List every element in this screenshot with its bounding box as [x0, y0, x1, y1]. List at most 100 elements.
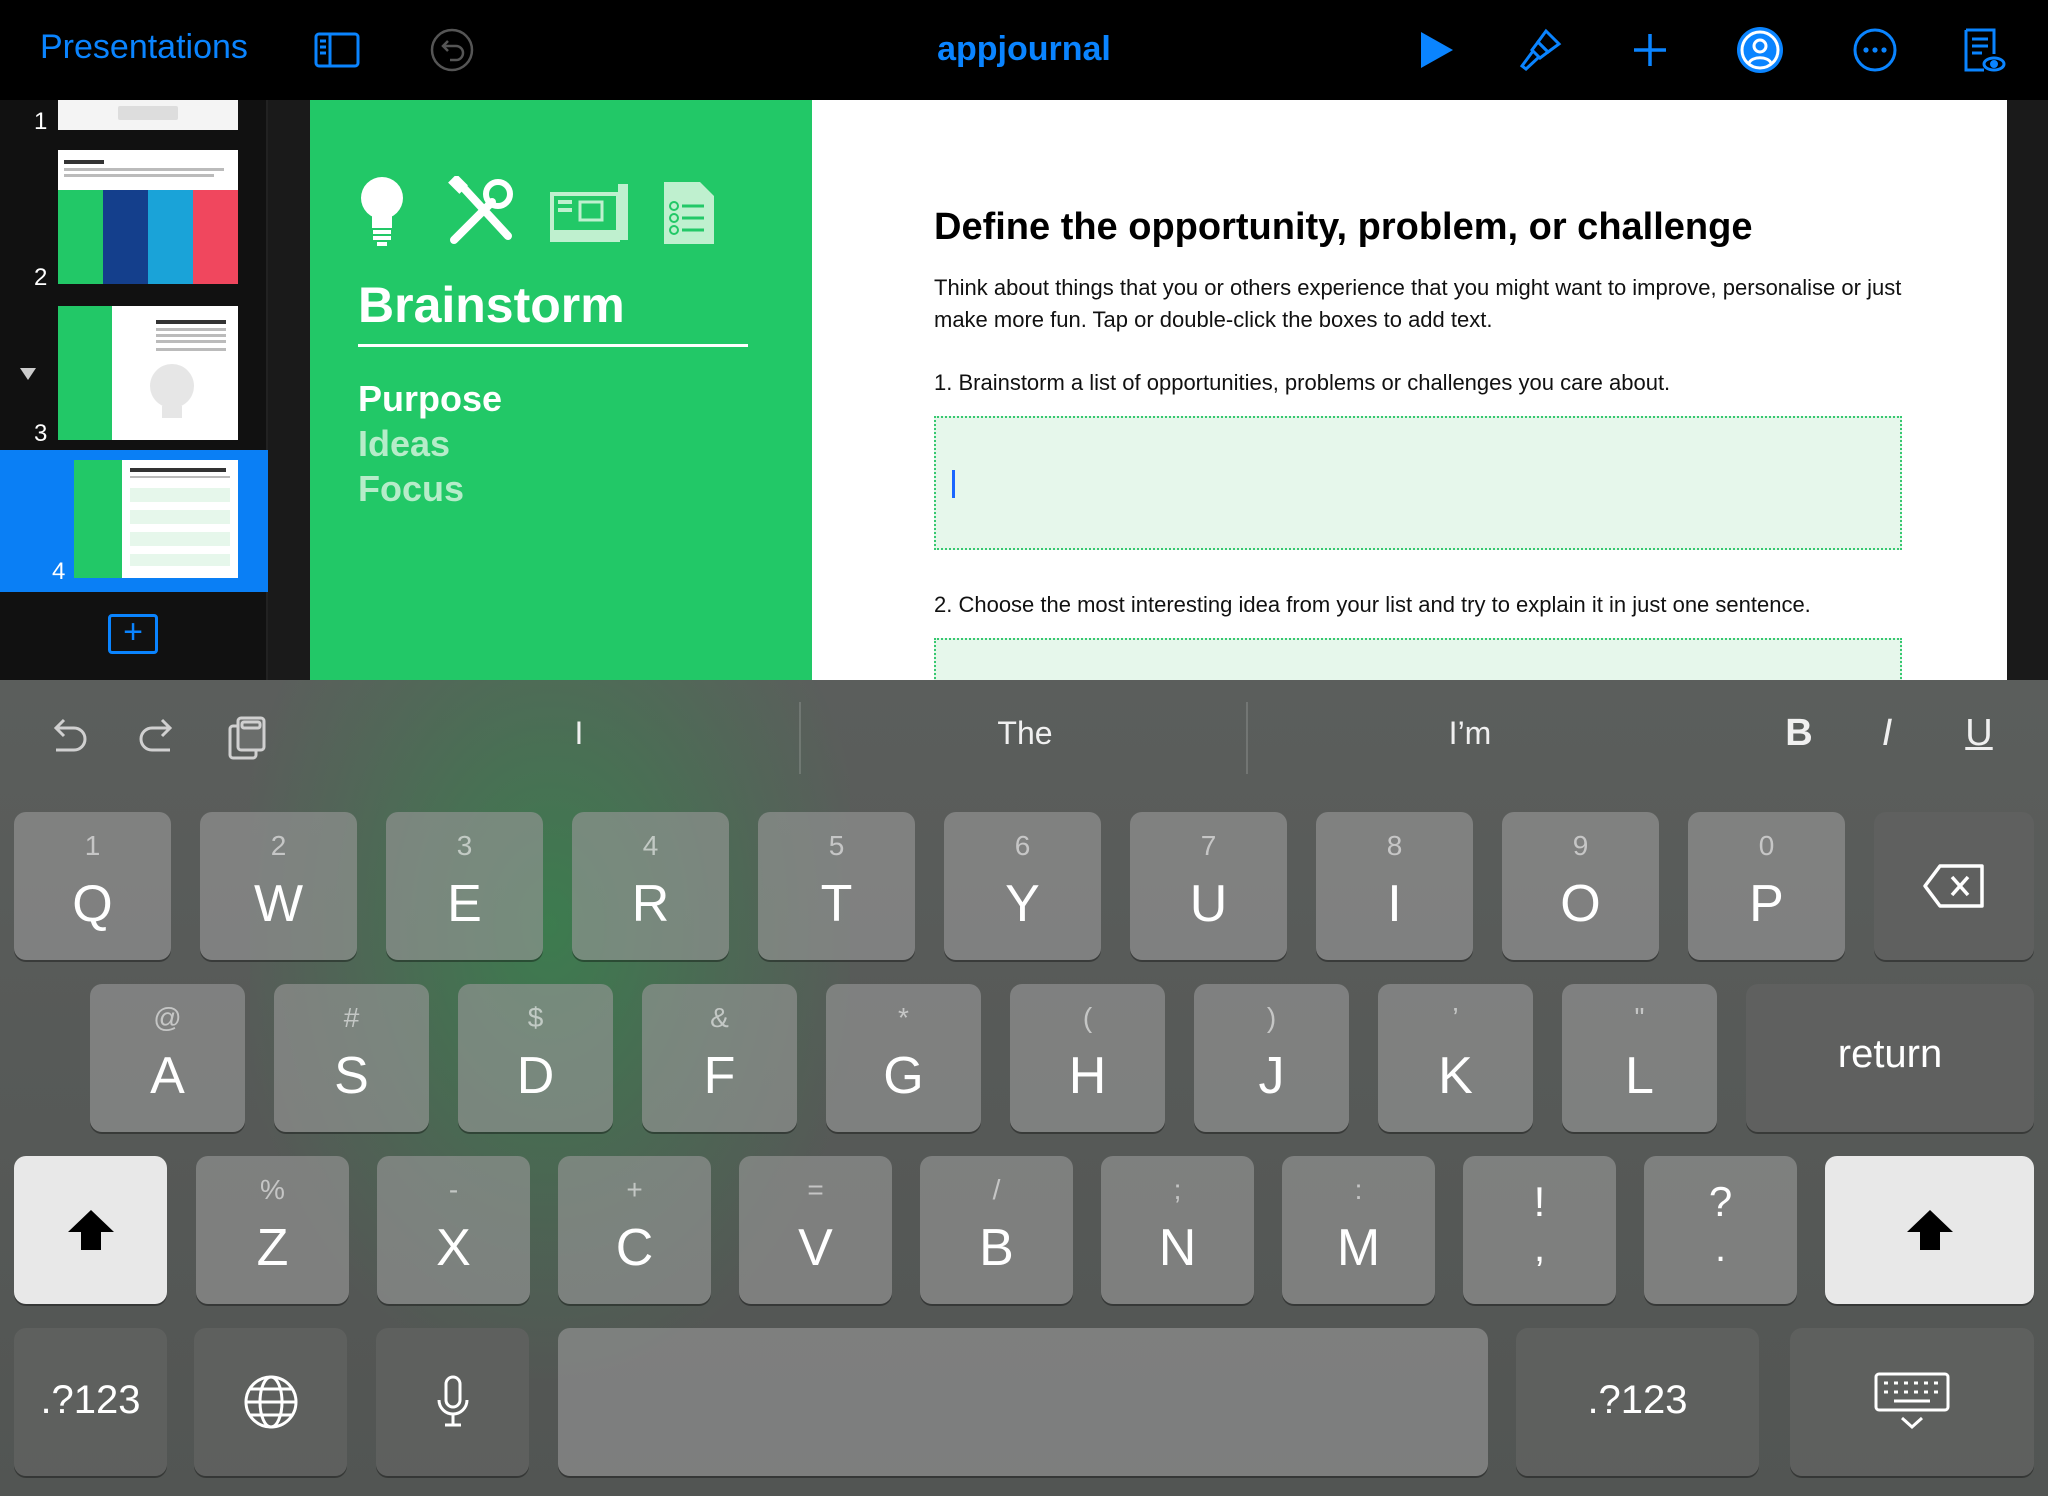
prediction-3[interactable]: I’m — [1250, 715, 1690, 752]
blueprint-icon — [550, 184, 628, 242]
key-x[interactable]: -X — [377, 1156, 530, 1304]
numbers-key-right[interactable]: .?123 — [1516, 1328, 1759, 1476]
dismiss-keyboard-key[interactable] — [1790, 1328, 2034, 1476]
key-t[interactable]: 5T — [758, 812, 915, 960]
undo-icon[interactable] — [44, 714, 92, 762]
key-o[interactable]: 9O — [1502, 812, 1659, 960]
reading-view-icon[interactable] — [1952, 22, 2012, 78]
key-label: R — [631, 875, 670, 933]
slide-menu-purpose[interactable]: Purpose — [358, 378, 502, 420]
key-label: D — [516, 1047, 555, 1105]
add-slide-button[interactable]: + — [108, 614, 158, 654]
slide-preview — [58, 100, 238, 130]
return-key[interactable]: return — [1746, 984, 2034, 1132]
key-d[interactable]: $ D — [458, 984, 613, 1132]
paste-icon[interactable] — [224, 714, 272, 762]
collaborate-icon[interactable] — [1730, 22, 1790, 78]
redo-icon[interactable] — [134, 714, 182, 762]
italic-button[interactable]: I — [1862, 712, 1912, 755]
slide-menu-ideas[interactable]: Ideas — [358, 423, 450, 465]
step-2-prompt: 2. Choose the most interesting idea from… — [934, 592, 1811, 617]
key-j[interactable]: ) J — [1194, 984, 1349, 1132]
key-alt-label: # — [343, 1002, 360, 1033]
key-label: H — [1068, 1047, 1107, 1105]
shift-key-left[interactable] — [14, 1156, 167, 1304]
key-i[interactable]: 8I — [1316, 812, 1473, 960]
key-f[interactable]: & F — [642, 984, 797, 1132]
key-b[interactable]: / B — [920, 1156, 1073, 1304]
key-v[interactable]: = V — [739, 1156, 892, 1304]
bold-button[interactable]: B — [1774, 712, 1824, 755]
microphone-icon — [437, 1375, 468, 1427]
globe-key[interactable] — [194, 1328, 347, 1476]
key-alt-label: & — [710, 1002, 729, 1033]
key-r[interactable]: 4R — [572, 812, 729, 960]
format-brush-icon[interactable] — [1510, 22, 1570, 78]
key-s[interactable]: # S — [274, 984, 429, 1132]
key-alt-label: = — [807, 1174, 824, 1205]
presentations-back-button[interactable]: Presentations — [40, 28, 248, 67]
key-alt-label: 3 — [456, 830, 473, 861]
key-alt-label: * — [898, 1002, 909, 1033]
lightbulb-icon — [361, 177, 403, 246]
play-icon[interactable] — [1405, 22, 1465, 78]
key-z[interactable]: % Z — [196, 1156, 349, 1304]
slide-intro-text: Think about things that you or others ex… — [934, 275, 1902, 332]
slide-thumbnail-3[interactable]: 3 — [0, 306, 268, 456]
key-c[interactable]: + C — [558, 1156, 711, 1304]
dictation-key[interactable] — [376, 1328, 529, 1476]
answer-text-box-2[interactable] — [934, 638, 1902, 680]
answer-text-box-1[interactable] — [934, 416, 1902, 550]
slide-thumbnail-2[interactable]: 2 — [0, 150, 268, 300]
key-k[interactable]: ’ K — [1378, 984, 1533, 1132]
slide-preview — [74, 460, 238, 578]
current-slide[interactable]: Brainstorm Purpose Ideas Focus Define th… — [310, 100, 2007, 680]
heading-divider — [358, 344, 748, 347]
slide-side-panel: Brainstorm Purpose Ideas Focus — [310, 100, 812, 680]
underline-button[interactable]: U — [1954, 712, 2004, 755]
space-bar[interactable] — [558, 1328, 1488, 1476]
key-alt-label: / — [992, 1174, 1001, 1205]
key-alt-label: @ — [153, 1002, 182, 1033]
key-alt-label: + — [626, 1174, 643, 1205]
key-alt-label: - — [448, 1174, 459, 1205]
prediction-1[interactable]: I — [359, 715, 799, 752]
key-alt-label: 7 — [1200, 830, 1217, 861]
slide-menu-focus[interactable]: Focus — [358, 468, 464, 510]
key-h[interactable]: (H — [1010, 984, 1165, 1132]
key-l[interactable]: " L — [1562, 984, 1717, 1132]
sidebar-toggle-icon[interactable] — [307, 22, 367, 78]
key-period[interactable]: ?. — [1644, 1156, 1797, 1304]
key-alt-label: ; — [1173, 1174, 1182, 1205]
key-label: W — [253, 875, 304, 933]
key-label: J — [1258, 1047, 1285, 1105]
key-y[interactable]: 6Y — [944, 812, 1101, 960]
key-p[interactable]: 0P — [1688, 812, 1845, 960]
key-label: V — [798, 1219, 833, 1277]
key-comma[interactable]: !, — [1463, 1156, 1616, 1304]
delete-key[interactable] — [1874, 812, 2034, 960]
more-options-icon[interactable] — [1845, 22, 1905, 78]
key-q[interactable]: 1Q — [14, 812, 171, 960]
key-label: N — [1158, 1219, 1197, 1277]
key-n[interactable]: ; N — [1101, 1156, 1254, 1304]
key-g[interactable]: * G — [826, 984, 981, 1132]
key-alt-label: % — [260, 1174, 285, 1205]
add-icon[interactable] — [1620, 22, 1680, 78]
key-e[interactable]: 3E — [386, 812, 543, 960]
slide-thumbnail-4[interactable]: 4 — [0, 450, 268, 592]
key-alt-label: 6 — [1014, 830, 1031, 861]
key-u[interactable]: 7U — [1130, 812, 1287, 960]
key-label: , — [1533, 1226, 1546, 1270]
prediction-2[interactable]: The — [805, 715, 1245, 752]
slide-number: 4 — [52, 558, 66, 585]
key-a[interactable]: @ A — [90, 984, 245, 1132]
numbers-key-left[interactable]: .?123 — [14, 1328, 167, 1476]
key-alt-label: 5 — [828, 830, 845, 861]
key-m[interactable]: :M — [1282, 1156, 1435, 1304]
shift-key-right[interactable] — [1825, 1156, 2034, 1304]
slide-thumbnail-1[interactable]: 1 — [0, 100, 268, 136]
key-alt-label: 8 — [1386, 830, 1403, 861]
undo-icon[interactable] — [422, 22, 482, 78]
key-w[interactable]: 2W — [200, 812, 357, 960]
